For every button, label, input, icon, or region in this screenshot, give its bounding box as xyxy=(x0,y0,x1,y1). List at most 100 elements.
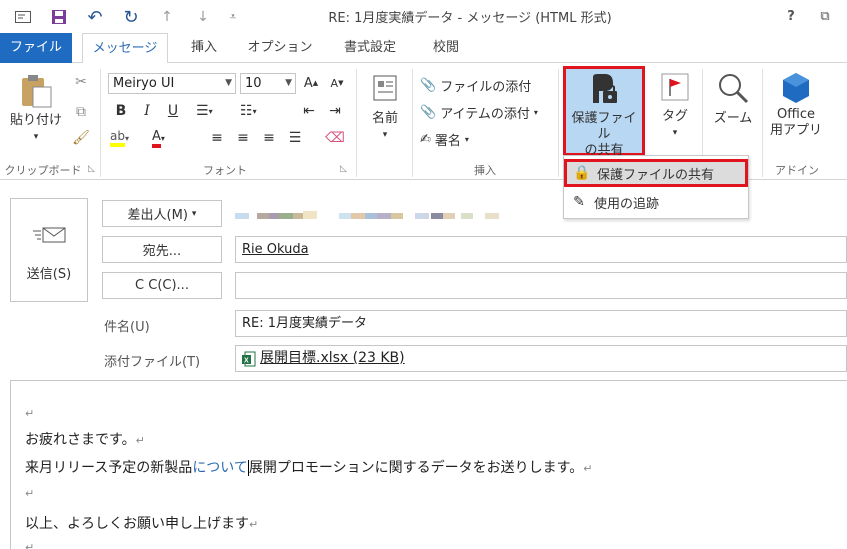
paperclip-icon: 📎 xyxy=(420,104,437,120)
font-name-value: Meiryo UI xyxy=(113,76,175,91)
magnifier-icon xyxy=(719,74,749,104)
tags-button[interactable]: タグ ▾ xyxy=(650,71,700,151)
justify-icon[interactable]: ☰ xyxy=(284,127,306,149)
save-icon[interactable] xyxy=(48,6,70,28)
zoom-button[interactable]: ズーム xyxy=(706,71,760,151)
to-button[interactable]: 宛先... xyxy=(102,236,222,263)
redo-icon[interactable]: ↻ xyxy=(120,6,142,28)
help-button[interactable]: ? xyxy=(778,4,804,28)
message-body[interactable]: ↵ お疲れさまです。↵ 来月リリース予定の新製品について展開プロモーションに関す… xyxy=(10,380,847,549)
signature-button[interactable]: ✍ 署名 ▾ xyxy=(420,127,469,151)
increase-indent-icon[interactable]: ⇥ xyxy=(324,100,346,122)
attach-item-button[interactable]: 📎 アイテムの添付 ▾ xyxy=(420,100,538,124)
numbering-icon[interactable]: ☷ ▾ xyxy=(240,100,276,122)
attach-item-label: アイテムの添付 xyxy=(440,106,530,122)
menu-item-share-protected[interactable]: 🔒 保護ファイルの共有 xyxy=(564,159,748,187)
subject-field[interactable]: RE: 1月度実績データ xyxy=(235,310,847,337)
empty-line: ↵ xyxy=(25,405,34,421)
menu-item-label: 使用の追跡 xyxy=(594,196,660,212)
separator xyxy=(762,69,763,177)
menu-item-track-usage[interactable]: ✎ 使用の追跡 xyxy=(564,188,748,216)
return-mark-icon: ↵ xyxy=(249,518,259,531)
highlight-icon[interactable]: ab ▾ xyxy=(110,127,150,149)
chevron-down-icon: ▾ xyxy=(191,208,197,219)
zoom-label: ズーム xyxy=(713,111,753,126)
tab-insert[interactable]: 挿入 xyxy=(176,33,232,63)
chevron-down-icon: ▾ xyxy=(464,134,469,144)
flag-icon xyxy=(661,73,689,101)
bold-button[interactable]: B xyxy=(110,100,132,122)
down-icon[interactable]: ↓ xyxy=(192,6,214,28)
italic-button[interactable]: I xyxy=(136,100,158,122)
copy-icon[interactable]: ⧉ xyxy=(70,101,92,123)
clear-format-icon[interactable]: ⌫ xyxy=(324,127,346,149)
body-line: 来月リリース予定の新製品について展開プロモーションに関するデータをお送りします。… xyxy=(25,457,592,477)
align-center-icon[interactable]: ≡ xyxy=(232,127,254,149)
customize-icon[interactable]: ⩡ xyxy=(222,6,244,28)
font-size-select[interactable]: 10 ▼ xyxy=(240,73,296,94)
font-name-select[interactable]: Meiryo UI ▼ xyxy=(108,73,236,94)
return-mark-icon: ↵ xyxy=(25,407,35,420)
group-label-clipboard: クリップボード xyxy=(4,164,82,177)
body-highlight-text: について xyxy=(192,460,248,476)
cut-icon[interactable]: ✂ xyxy=(70,71,92,93)
dialog-launcher-icon[interactable]: ◺ xyxy=(88,164,95,174)
cc-button[interactable]: C C(C)... xyxy=(102,272,222,299)
chevron-down-icon: ▾ xyxy=(33,132,39,142)
to-field[interactable]: Rie Okuda xyxy=(235,236,847,263)
share-protected-label-1: 保護ファイル xyxy=(571,111,637,142)
signature-label: 署名 xyxy=(434,133,461,149)
group-label-insert: 挿入 xyxy=(474,164,496,177)
tab-message[interactable]: メッセージ xyxy=(82,33,168,64)
names-button[interactable]: 名前 ▾ xyxy=(360,73,410,153)
separator xyxy=(558,69,559,177)
address-book-icon xyxy=(373,75,397,101)
body-line: 以上、よろしくお願い申し上げます↵ xyxy=(25,513,258,533)
paste-label: 貼り付け xyxy=(9,113,62,128)
to-recipient[interactable]: Rie Okuda xyxy=(242,242,309,257)
from-address-redacted xyxy=(235,208,505,219)
grow-font-icon[interactable]: A ▲ xyxy=(300,72,322,94)
underline-button[interactable]: U xyxy=(162,100,184,122)
tags-label: タグ xyxy=(661,109,688,124)
tab-file[interactable]: ファイル xyxy=(0,33,72,63)
edit-icon: ✎ xyxy=(573,194,585,210)
paperclip-icon: 📎 xyxy=(420,77,437,93)
protected-file-icon xyxy=(593,74,617,103)
separator xyxy=(100,69,101,177)
excel-icon: X xyxy=(242,351,256,366)
from-button[interactable]: 差出人(M) ▾ xyxy=(102,200,222,227)
decrease-indent-icon[interactable]: ⇤ xyxy=(298,100,320,122)
paste-icon xyxy=(22,75,52,108)
tab-review[interactable]: 校閲 xyxy=(418,33,474,63)
attach-file-button[interactable]: 📎 ファイルの添付 xyxy=(420,73,531,97)
office-apps-button[interactable]: Office 用アプリ xyxy=(766,71,826,151)
tab-format[interactable]: 書式設定 xyxy=(330,33,410,63)
format-painter-icon[interactable]: 🖌 xyxy=(70,127,92,149)
send-button[interactable]: 送信(S) xyxy=(10,198,88,302)
office-apps-label-2: 用アプリ xyxy=(769,123,822,138)
align-right-icon[interactable]: ≡ xyxy=(258,127,280,149)
dialog-launcher-icon[interactable]: ◺ xyxy=(340,164,347,174)
send-icon xyxy=(33,225,67,245)
chevron-down-icon: ▾ xyxy=(382,130,388,140)
attachment-file[interactable]: 展開目標.xlsx (23 KB) xyxy=(260,346,405,371)
undo-icon[interactable]: ↶ xyxy=(84,6,106,28)
shrink-font-icon[interactable]: A ▼ xyxy=(326,72,348,94)
align-left-icon[interactable]: ≡ xyxy=(206,127,228,149)
bullets-icon[interactable]: ☰ ▾ xyxy=(196,100,232,122)
cc-field[interactable] xyxy=(235,272,847,299)
body-text: お疲れさまです。 xyxy=(25,432,136,448)
chevron-down-icon: ▼ xyxy=(285,78,292,88)
restore-button[interactable]: ⧉ xyxy=(812,4,838,28)
tab-options[interactable]: オプション xyxy=(242,33,318,63)
from-label: 差出人(M) xyxy=(127,208,188,223)
return-mark-icon: ↵ xyxy=(135,434,145,447)
up-icon[interactable]: ↑ xyxy=(156,6,178,28)
font-color-icon[interactable]: A ▾ xyxy=(152,127,188,149)
body-text: 以上、よろしくお願い申し上げます xyxy=(25,516,249,532)
paste-button[interactable]: 貼り付け ▾ xyxy=(6,73,66,153)
mail-icon[interactable] xyxy=(12,6,34,28)
separator xyxy=(412,69,413,177)
share-protected-button[interactable]: 保護ファイル の共有 ▾ xyxy=(563,66,645,167)
